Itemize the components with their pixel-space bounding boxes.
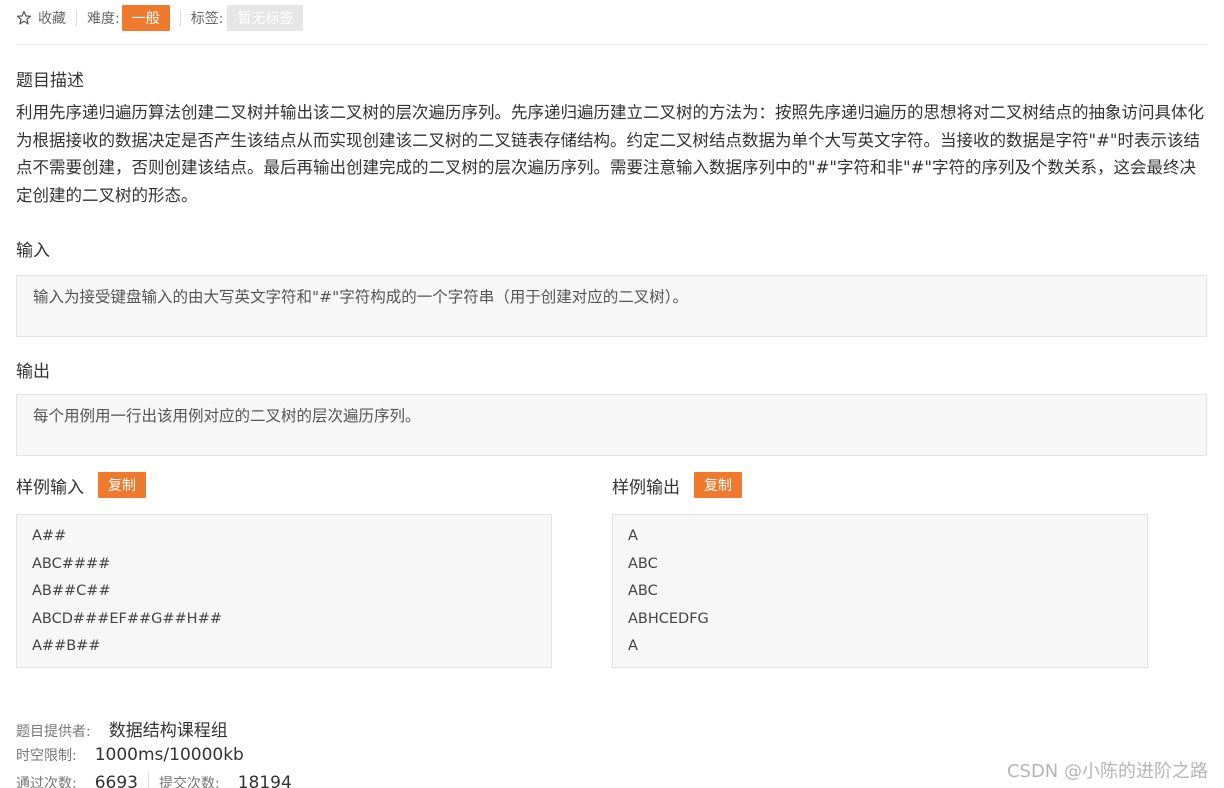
sample-input-header: 样例输入 复制	[16, 472, 146, 498]
problem-toolbar: 收藏 难度: 一般 标签: 暂无标签	[16, 5, 304, 31]
copy-sample-output-button[interactable]: 复制	[694, 472, 742, 498]
provider-row: 题目提供者: 数据结构课程组	[16, 716, 228, 741]
star-outline-icon	[16, 10, 32, 25]
separator	[147, 772, 149, 788]
tags-label: 标签:	[190, 11, 224, 27]
sample-input-line: A##	[32, 528, 67, 544]
sample-output-heading: 样例输出	[612, 477, 680, 498]
passed-value: 6693	[94, 773, 138, 788]
sample-input-box: A## ABC#### AB##C## ABCD###EF##G##H## A#…	[16, 514, 552, 668]
separator	[179, 10, 181, 26]
submitted-value: 18194	[237, 773, 292, 788]
output-description-text: 每个用例用一行出该用例对应的二叉树的层次遍历序列。	[33, 407, 421, 425]
header-divider	[16, 44, 1208, 45]
output-description-box: 每个用例用一行出该用例对应的二叉树的层次遍历序列。	[16, 394, 1207, 456]
provider-label: 题目提供者:	[16, 724, 91, 740]
sample-input-line: ABCD###EF##G##H##	[32, 610, 222, 627]
sample-output-line: ABHCEDFG	[628, 610, 709, 627]
passed-label: 通过次数:	[16, 776, 77, 788]
difficulty-badge: 一般	[121, 5, 170, 31]
sample-output-box: A ABC ABC ABHCEDFG A	[612, 514, 1148, 668]
favorite-button[interactable]: 收藏	[16, 8, 66, 28]
output-heading: 输出	[16, 362, 50, 382]
stats-row: 通过次数: 6693 提交次数: 18194	[16, 772, 292, 788]
limit-value: 1000ms/10000kb	[94, 745, 244, 765]
input-description-text: 输入为接受键盘输入的由大写英文字符和"#"字符构成的一个字符串（用于创建对应的二…	[33, 288, 688, 306]
limit-row: 时空限制: 1000ms/10000kb	[16, 745, 244, 765]
sample-input-heading: 样例输入	[16, 477, 84, 498]
description-heading: 题目描述	[16, 71, 84, 91]
difficulty-label: 难度:	[87, 11, 120, 27]
favorite-label: 收藏	[38, 11, 66, 27]
copy-sample-input-button[interactable]: 复制	[98, 472, 146, 498]
input-description-box: 输入为接受键盘输入的由大写英文字符和"#"字符构成的一个字符串（用于创建对应的二…	[16, 275, 1207, 337]
sample-input-line: AB##C##	[32, 583, 111, 599]
sample-output-line: A	[628, 638, 638, 654]
sample-output-line: ABC	[628, 583, 658, 599]
sample-input-line: A##B##	[32, 638, 101, 654]
submitted-label: 提交次数:	[158, 776, 220, 788]
provider-value: 数据结构课程组	[108, 721, 228, 741]
csdn-watermark: CSDN @小陈的进阶之路	[1006, 761, 1208, 782]
sample-output-line: A	[628, 528, 638, 544]
tags-badge: 暂无标签	[227, 5, 304, 31]
input-heading: 输入	[16, 241, 50, 261]
description-text: 利用先序递归遍历算法创建二叉树并输出该二叉树的层次遍历序列。先序递归遍历建立二叉…	[16, 103, 1204, 205]
limit-label: 时空限制:	[16, 748, 77, 764]
sample-output-line: ABC	[628, 555, 658, 572]
sample-output-header: 样例输出 复制	[612, 472, 742, 498]
sample-input-line: ABC####	[32, 555, 111, 572]
separator	[76, 10, 77, 26]
